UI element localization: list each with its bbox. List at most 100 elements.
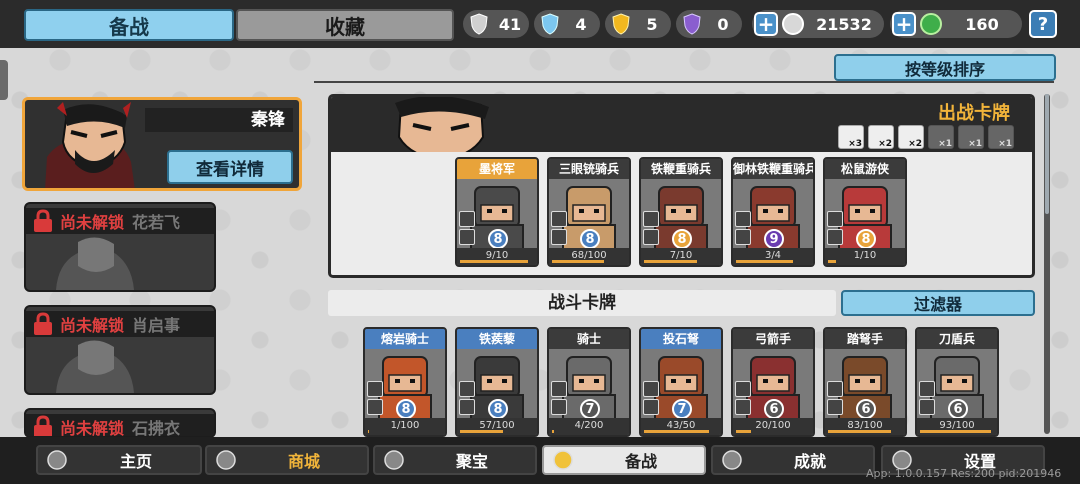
helmet-type-icon: ×1	[958, 125, 984, 149]
hero-portrait	[27, 102, 157, 188]
unit-card[interactable]: 松鼠游侠 8 1/10	[823, 157, 907, 267]
unit-card[interactable]: 刀盾兵 6 93/100	[915, 327, 999, 437]
nav-item-0[interactable]: 主页	[36, 445, 202, 475]
lock-row: 尚未解锁 石拂衣	[26, 414, 214, 438]
card-name: 刀盾兵	[917, 329, 997, 349]
sort-by-level-button[interactable]: 按等级排序	[834, 54, 1056, 81]
treasure-icon	[379, 447, 409, 473]
locked-status: 尚未解锁	[60, 316, 125, 335]
resource-gold-shield: 5	[605, 10, 671, 38]
card-type-icons	[919, 381, 935, 415]
unit-card[interactable]: 骑士 7 4/200	[547, 327, 631, 437]
locked-status: 尚未解锁	[60, 419, 125, 438]
card-name: 投石弩	[641, 329, 721, 349]
unit-type-icon	[735, 381, 751, 397]
card-progress: 68/100	[549, 248, 629, 265]
type-count: ×2	[878, 139, 892, 149]
unit-card[interactable]: 踏弩手 6 83/100	[823, 327, 907, 437]
left-scroll-handle[interactable]	[0, 60, 8, 100]
unit-type-icon	[367, 399, 383, 415]
resource-value: 5	[646, 14, 658, 34]
card-name: 墨将军	[457, 159, 537, 179]
unit-type-icon	[551, 399, 567, 415]
locked-hero-name: 石拂衣	[132, 419, 181, 438]
card-icon	[548, 447, 578, 473]
locked-hero-card[interactable]: 尚未解锁 石拂衣	[24, 408, 216, 438]
hero-silhouette	[56, 340, 134, 393]
card-name: 弓箭手	[733, 329, 813, 349]
unit-type-icon	[919, 381, 935, 397]
locked-hero-card[interactable]: 尚未解锁 花若飞	[24, 202, 216, 292]
cavalry-type-icon: ×3	[838, 125, 864, 149]
card-level: 8	[488, 229, 508, 249]
card-progress: 1/100	[365, 418, 445, 435]
card-level: 7	[672, 399, 692, 419]
progress-text: 1/100	[390, 420, 420, 431]
add-silver-button[interactable]: +	[754, 12, 778, 36]
progress-text: 20/100	[755, 420, 791, 431]
type-count: ×2	[908, 139, 922, 149]
unit-type-icon	[643, 211, 659, 227]
card-progress: 4/200	[549, 418, 629, 435]
achievement-icon	[717, 447, 747, 473]
card-type-icons	[643, 381, 659, 415]
card-name: 铁蒺藜	[457, 329, 537, 349]
unit-card[interactable]: 三眼铳骑兵 8 68/100	[547, 157, 631, 267]
card-type-icons	[735, 211, 751, 245]
unit-card[interactable]: 墨将军 8 9/10	[455, 157, 539, 267]
progress-bar	[644, 430, 709, 433]
add-gem-button[interactable]: +	[892, 12, 916, 36]
unit-type-icon	[827, 381, 843, 397]
nav-item-4[interactable]: 成就	[711, 445, 875, 475]
card-name: 三眼铳骑兵	[549, 159, 629, 179]
unit-type-icon	[551, 381, 567, 397]
help-button[interactable]: ?	[1029, 10, 1057, 38]
card-type-icons	[459, 211, 475, 245]
unit-card[interactable]: 熔岩骑士 8 1/100	[363, 327, 447, 437]
unit-type-icon	[459, 399, 475, 415]
unit-type-icon	[919, 399, 935, 415]
unit-type-icon	[827, 399, 843, 415]
nav-item-3[interactable]: 备战	[542, 445, 706, 475]
progress-bar	[552, 260, 604, 263]
unit-type-icon	[551, 211, 567, 227]
view-details-button[interactable]: 查看详情	[167, 150, 293, 184]
locked-hero-card[interactable]: 尚未解锁 肖启事	[24, 305, 216, 395]
unit-type-icon	[735, 229, 751, 245]
unit-card[interactable]: 投石弩 7 43/50	[639, 327, 723, 437]
unit-type-icon	[643, 399, 659, 415]
unit-card[interactable]: 御林铁鞭重骑兵 9 3/4	[731, 157, 815, 267]
resource-silver-shield: 41	[463, 10, 529, 38]
progress-bar	[368, 430, 369, 433]
resource-purple-shield: 0	[676, 10, 742, 38]
type-count: ×1	[938, 139, 952, 149]
unit-card[interactable]: 铁鞭重骑兵 8 7/10	[639, 157, 723, 267]
nav-item-1[interactable]: 商城	[205, 445, 369, 475]
card-type-icons	[551, 211, 567, 245]
nav-item-2[interactable]: 聚宝	[373, 445, 537, 475]
selected-hero-card[interactable]: 秦锋 查看详情	[22, 97, 302, 191]
scrollbar-thumb[interactable]	[1045, 94, 1049, 214]
tab-collection[interactable]: 收藏	[236, 9, 454, 41]
unit-card[interactable]: 铁蒺藜 8 57/100	[455, 327, 539, 437]
card-progress: 1/10	[825, 248, 905, 265]
filter-button[interactable]: 过滤器	[841, 290, 1035, 316]
card-level: 6	[948, 399, 968, 419]
lock-icon	[32, 209, 54, 233]
card-type-icons	[735, 381, 751, 415]
unit-type-icon	[459, 211, 475, 227]
unit-card[interactable]: 弓箭手 6 20/100	[731, 327, 815, 437]
green-gem-value: 160	[965, 14, 999, 34]
unit-type-icon	[367, 381, 383, 397]
card-name: 熔岩骑士	[365, 329, 445, 349]
card-name: 铁鞭重骑兵	[641, 159, 721, 179]
tab-prepare[interactable]: 备战	[24, 9, 234, 41]
lock-icon	[32, 312, 54, 336]
silver-coin-value: 21532	[816, 14, 872, 34]
card-level: 8	[856, 229, 876, 249]
progress-bar	[828, 430, 891, 433]
nav-label: 备战	[624, 452, 657, 471]
card-type-icons	[827, 211, 843, 245]
card-progress: 83/100	[825, 418, 905, 435]
card-progress: 20/100	[733, 418, 813, 435]
